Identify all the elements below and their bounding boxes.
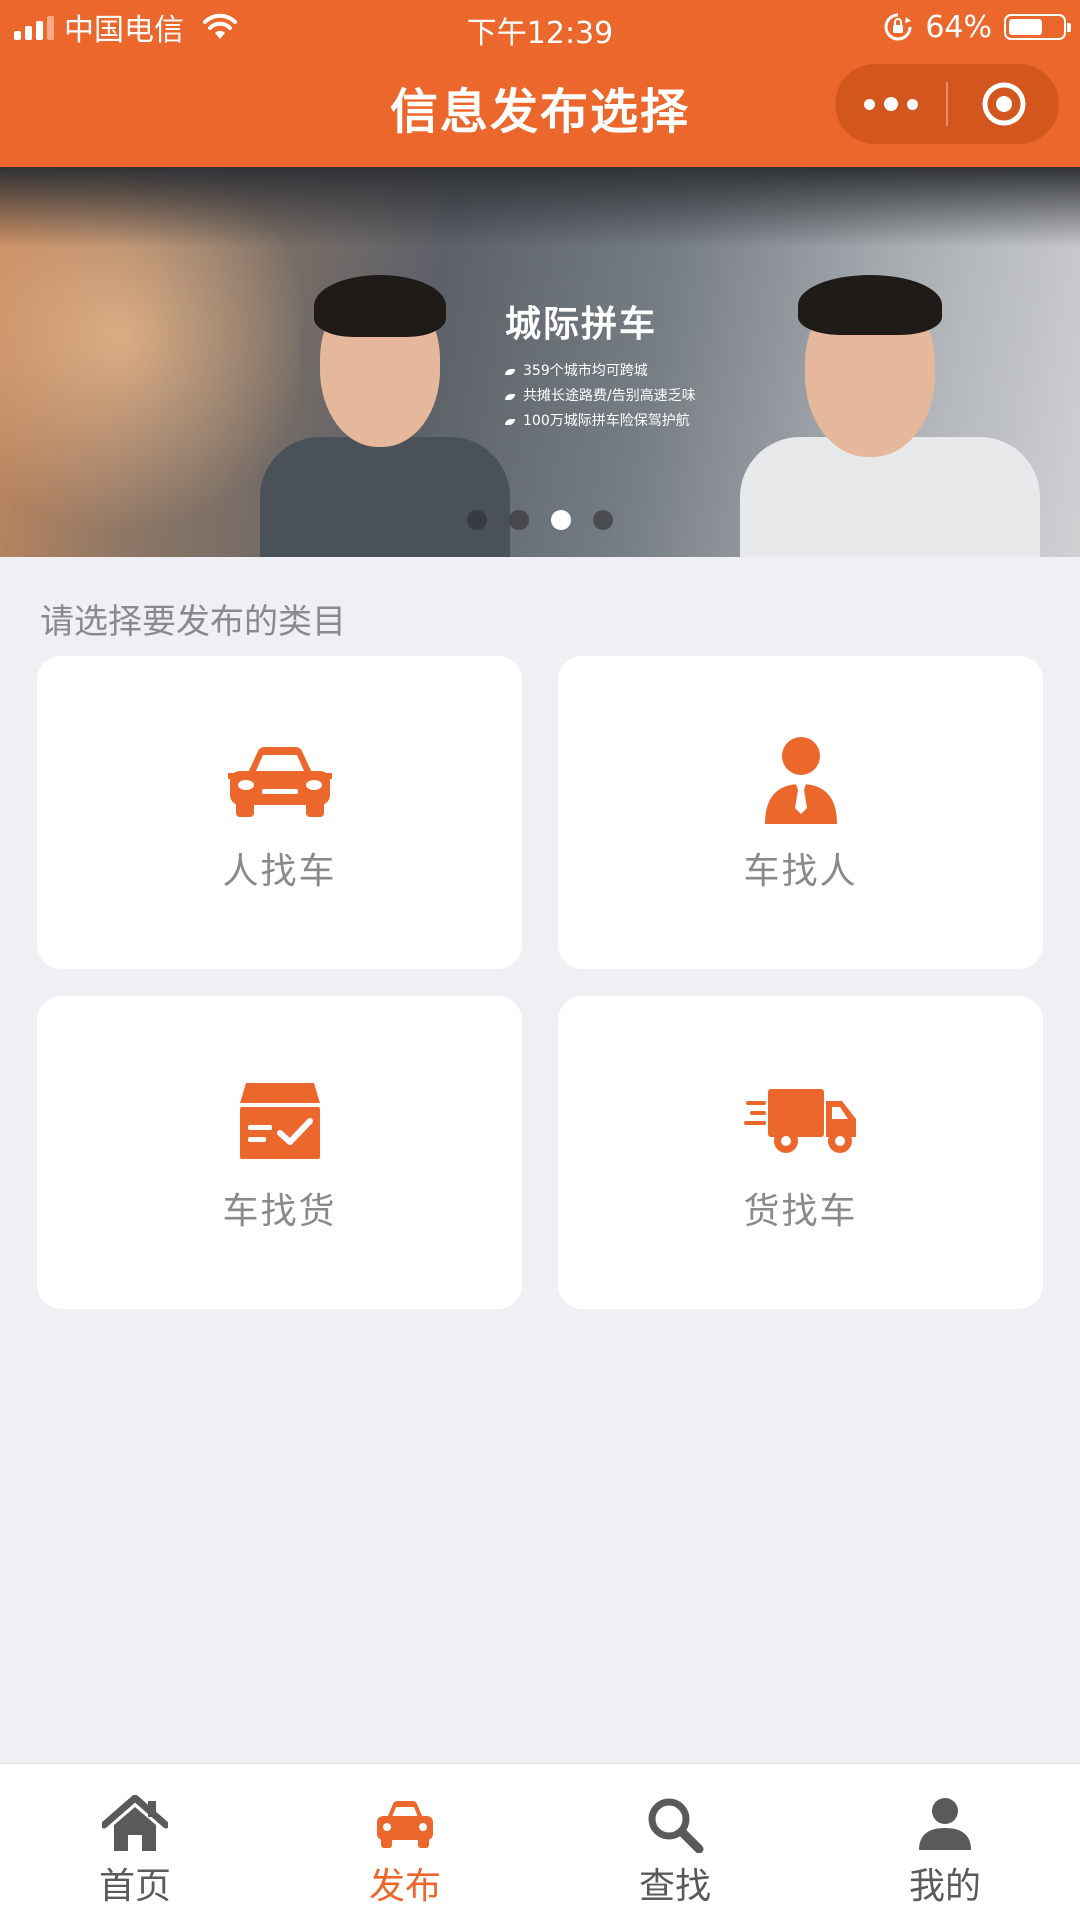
home-icon	[0, 1794, 270, 1854]
banner-carousel[interactable]: 城际拼车 359个城市均可跨城 共摊长途路费/告别高速乏味 100万城际拼车险保…	[0, 167, 1080, 557]
banner-line: 359个城市均可跨城	[505, 359, 696, 384]
status-bar: 中国电信 下午12:39 64%	[0, 0, 1080, 54]
mini-program-capsule	[835, 64, 1059, 144]
tab-home[interactable]: 首页	[0, 1764, 270, 1921]
carousel-dot[interactable]	[593, 510, 613, 530]
leaf-icon	[505, 368, 515, 375]
leaf-icon	[505, 418, 515, 425]
car-icon	[37, 736, 522, 826]
carousel-dot[interactable]	[467, 510, 487, 530]
user-icon	[810, 1794, 1080, 1854]
tab-label: 发布	[368, 1866, 441, 1907]
bottom-tab-bar: 首页 发布 查找 我的	[0, 1763, 1080, 1921]
category-label: 车找货	[222, 1191, 337, 1232]
section-label: 请选择要发布的类目	[40, 602, 346, 642]
banner-title: 城际拼车	[505, 304, 658, 345]
category-card-car-seeks-cargo[interactable]: 车找货	[37, 996, 522, 1309]
banner-line-text: 100万城际拼车险保驾护航	[523, 413, 690, 429]
battery-icon	[1004, 14, 1071, 40]
category-card-person-seeks-car[interactable]: 人找车	[37, 656, 522, 969]
header: 中国电信 下午12:39 64% 信息发布选择	[0, 0, 1080, 167]
tab-search[interactable]: 查找	[540, 1764, 810, 1921]
battery-percent: 64%	[925, 9, 992, 45]
banner-line: 100万城际拼车险保驾护航	[505, 409, 696, 434]
carousel-dot[interactable]	[551, 510, 571, 530]
orientation-lock-icon	[884, 13, 912, 41]
banner-text: 城际拼车 359个城市均可跨城 共摊长途路费/告别高速乏味 100万城际拼车险保…	[505, 295, 696, 434]
category-label: 车找人	[743, 851, 858, 892]
battery-fill	[1009, 19, 1043, 35]
banner-line: 共摊长途路费/告别高速乏味	[505, 384, 696, 409]
tab-publish[interactable]: 发布	[270, 1764, 540, 1921]
car-icon	[270, 1794, 540, 1854]
carousel-dot[interactable]	[509, 510, 529, 530]
banner-roof	[0, 167, 1080, 247]
person-icon	[558, 736, 1043, 826]
tab-label: 我的	[908, 1866, 981, 1907]
carousel-indicators	[467, 510, 613, 530]
category-label: 货找车	[743, 1191, 858, 1232]
status-right: 64%	[883, 8, 1071, 46]
search-icon	[540, 1794, 810, 1854]
tab-mine[interactable]: 我的	[810, 1764, 1080, 1921]
banner-line-text: 359个城市均可跨城	[523, 363, 648, 379]
leaf-icon	[505, 393, 515, 400]
more-dots-icon[interactable]	[835, 64, 946, 144]
cargo-box-icon	[37, 1076, 522, 1166]
tab-label: 首页	[98, 1866, 171, 1907]
category-label: 人找车	[222, 851, 337, 892]
banner-line-text: 共摊长途路费/告别高速乏味	[523, 388, 696, 404]
truck-icon	[558, 1076, 1043, 1166]
category-card-car-seeks-person[interactable]: 车找人	[558, 656, 1043, 969]
category-card-cargo-seeks-car[interactable]: 货找车	[558, 996, 1043, 1309]
target-close-icon[interactable]	[948, 64, 1059, 144]
tab-label: 查找	[638, 1866, 711, 1907]
banner-person-right	[740, 257, 1040, 557]
